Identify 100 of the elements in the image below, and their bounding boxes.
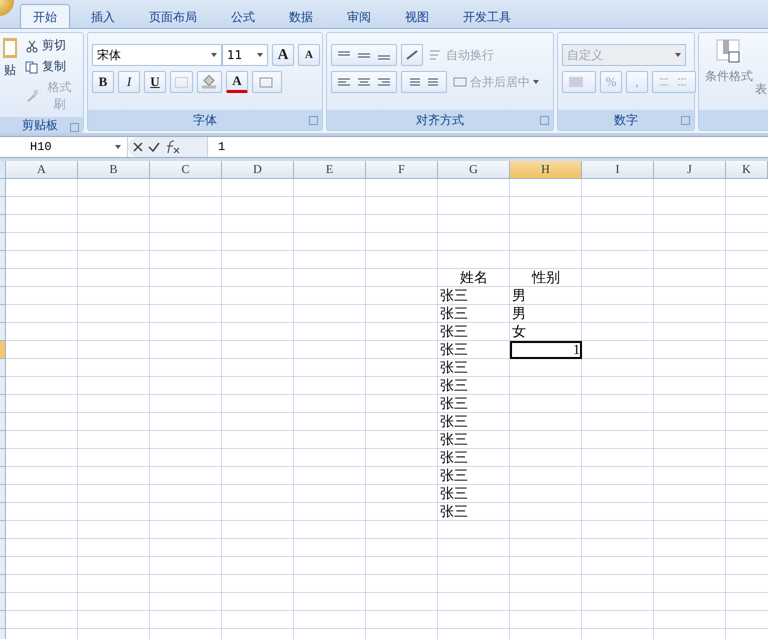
column-header[interactable]: H	[510, 161, 582, 179]
name-box[interactable]: H10	[0, 137, 128, 157]
table-cell-text: 张三	[439, 503, 469, 521]
row-header[interactable]	[0, 395, 6, 413]
group-title: 对齐方式	[327, 110, 553, 130]
table-cell-text: 张三	[439, 431, 469, 449]
column-header[interactable]: K	[726, 161, 768, 179]
row-header[interactable]	[0, 251, 6, 269]
table-cell-text: 张三	[439, 485, 469, 503]
table-cell-text: 女	[511, 323, 527, 341]
row-header[interactable]	[0, 503, 6, 521]
row-header[interactable]	[0, 359, 6, 377]
align-left-icon	[336, 77, 392, 87]
brush-icon	[24, 89, 39, 103]
border-button[interactable]	[170, 71, 193, 93]
column-header[interactable]: J	[654, 161, 726, 179]
wrap-text-icon	[429, 48, 443, 62]
font-name-field[interactable]: 宋体	[92, 44, 222, 66]
ribbon-tab[interactable]: 开发工具	[450, 4, 524, 28]
function-icon[interactable]	[164, 140, 180, 154]
row-header[interactable]	[0, 575, 6, 593]
clipboard-icon	[2, 36, 17, 58]
paint-bucket-icon	[202, 75, 217, 89]
table-cell-text: 张三	[439, 341, 469, 359]
table-cell-text: 张三	[439, 287, 469, 305]
row-header[interactable]	[0, 341, 6, 359]
copy-button[interactable]: 复制	[22, 57, 79, 76]
row-header[interactable]	[0, 323, 6, 341]
ribbon-tab[interactable]: 插入	[78, 4, 128, 28]
table-cell-text: 姓名	[459, 269, 489, 287]
check-icon[interactable]	[148, 141, 160, 153]
column-header[interactable]: D	[222, 161, 294, 179]
ribbon-tab[interactable]: 数据	[276, 4, 326, 28]
phonetic-button[interactable]	[252, 71, 282, 93]
group-title: 字体	[88, 110, 322, 130]
table-cell-text: 张三	[439, 413, 469, 431]
italic-button[interactable]: I	[118, 71, 140, 93]
cancel-icon[interactable]	[132, 141, 144, 153]
row-header[interactable]	[0, 611, 6, 629]
caret-icon	[533, 80, 539, 84]
formula-content[interactable]: 1	[208, 140, 226, 154]
align-top-button[interactable]	[331, 44, 397, 66]
table-cell-text: 张三	[439, 449, 469, 467]
ribbon-tab[interactable]: 页面布局	[136, 4, 210, 28]
column-header[interactable]: F	[366, 161, 438, 179]
table-cell-text: 性别	[530, 269, 561, 287]
row-header[interactable]	[0, 431, 6, 449]
scissors-icon	[24, 38, 39, 52]
row-header[interactable]	[0, 449, 6, 467]
grow-font-button[interactable]: A	[272, 44, 294, 66]
column-header[interactable]: B	[78, 161, 150, 179]
paste-button[interactable]: 贴	[1, 36, 19, 114]
row-header[interactable]	[0, 233, 6, 251]
column-header[interactable]: C	[150, 161, 222, 179]
table-cell-text: 张三	[439, 323, 469, 341]
ribbon-tab[interactable]: 公式	[218, 4, 268, 28]
ribbon-tab[interactable]: 视图	[392, 4, 442, 28]
ribbon-tab[interactable]: 审阅	[334, 4, 384, 28]
copy-icon	[24, 60, 39, 74]
border-icon	[175, 76, 188, 88]
table-cell-text: 张三	[439, 395, 469, 413]
orientation-button[interactable]	[401, 44, 423, 66]
group-title: 剪贴板	[0, 117, 83, 133]
group-title-bar	[699, 110, 768, 130]
underline-button[interactable]: U	[144, 71, 166, 93]
select-all-corner[interactable]	[0, 161, 6, 179]
table-cell-text: 张三	[439, 377, 469, 395]
row-header[interactable]	[0, 521, 6, 539]
column-header[interactable]: E	[294, 161, 366, 179]
fill-color-button[interactable]	[197, 71, 222, 93]
row-header[interactable]	[0, 539, 6, 557]
column-header[interactable]: G	[438, 161, 510, 179]
caret-icon	[675, 53, 681, 57]
font-size-field[interactable]: 11	[222, 44, 268, 66]
ribbon-tab[interactable]: 开始	[20, 4, 70, 28]
bold-button[interactable]: B	[92, 71, 114, 93]
row-header[interactable]	[0, 215, 6, 233]
align-top-icon	[336, 50, 392, 60]
row-header[interactable]	[0, 467, 6, 485]
cut-button[interactable]: 剪切	[22, 36, 79, 55]
row-header[interactable]	[0, 179, 6, 197]
row-header[interactable]	[0, 197, 6, 215]
row-header[interactable]	[0, 593, 6, 611]
row-header[interactable]	[0, 269, 6, 287]
column-header[interactable]: A	[6, 161, 78, 179]
align-left-button[interactable]	[331, 71, 397, 93]
shrink-font-button[interactable]: A	[298, 44, 320, 66]
currency-button[interactable]	[562, 71, 596, 93]
row-header[interactable]	[0, 305, 6, 323]
decimal-button[interactable]	[652, 71, 696, 93]
caret-icon	[211, 53, 217, 57]
table-cell: 1	[510, 341, 582, 359]
indent-button[interactable]	[401, 71, 447, 93]
row-header[interactable]	[0, 413, 6, 431]
font-color-button[interactable]: A	[226, 71, 248, 93]
column-header[interactable]: I	[582, 161, 654, 179]
row-header[interactable]	[0, 485, 6, 503]
row-header[interactable]	[0, 557, 6, 575]
row-header[interactable]	[0, 287, 6, 305]
row-header[interactable]	[0, 377, 6, 395]
